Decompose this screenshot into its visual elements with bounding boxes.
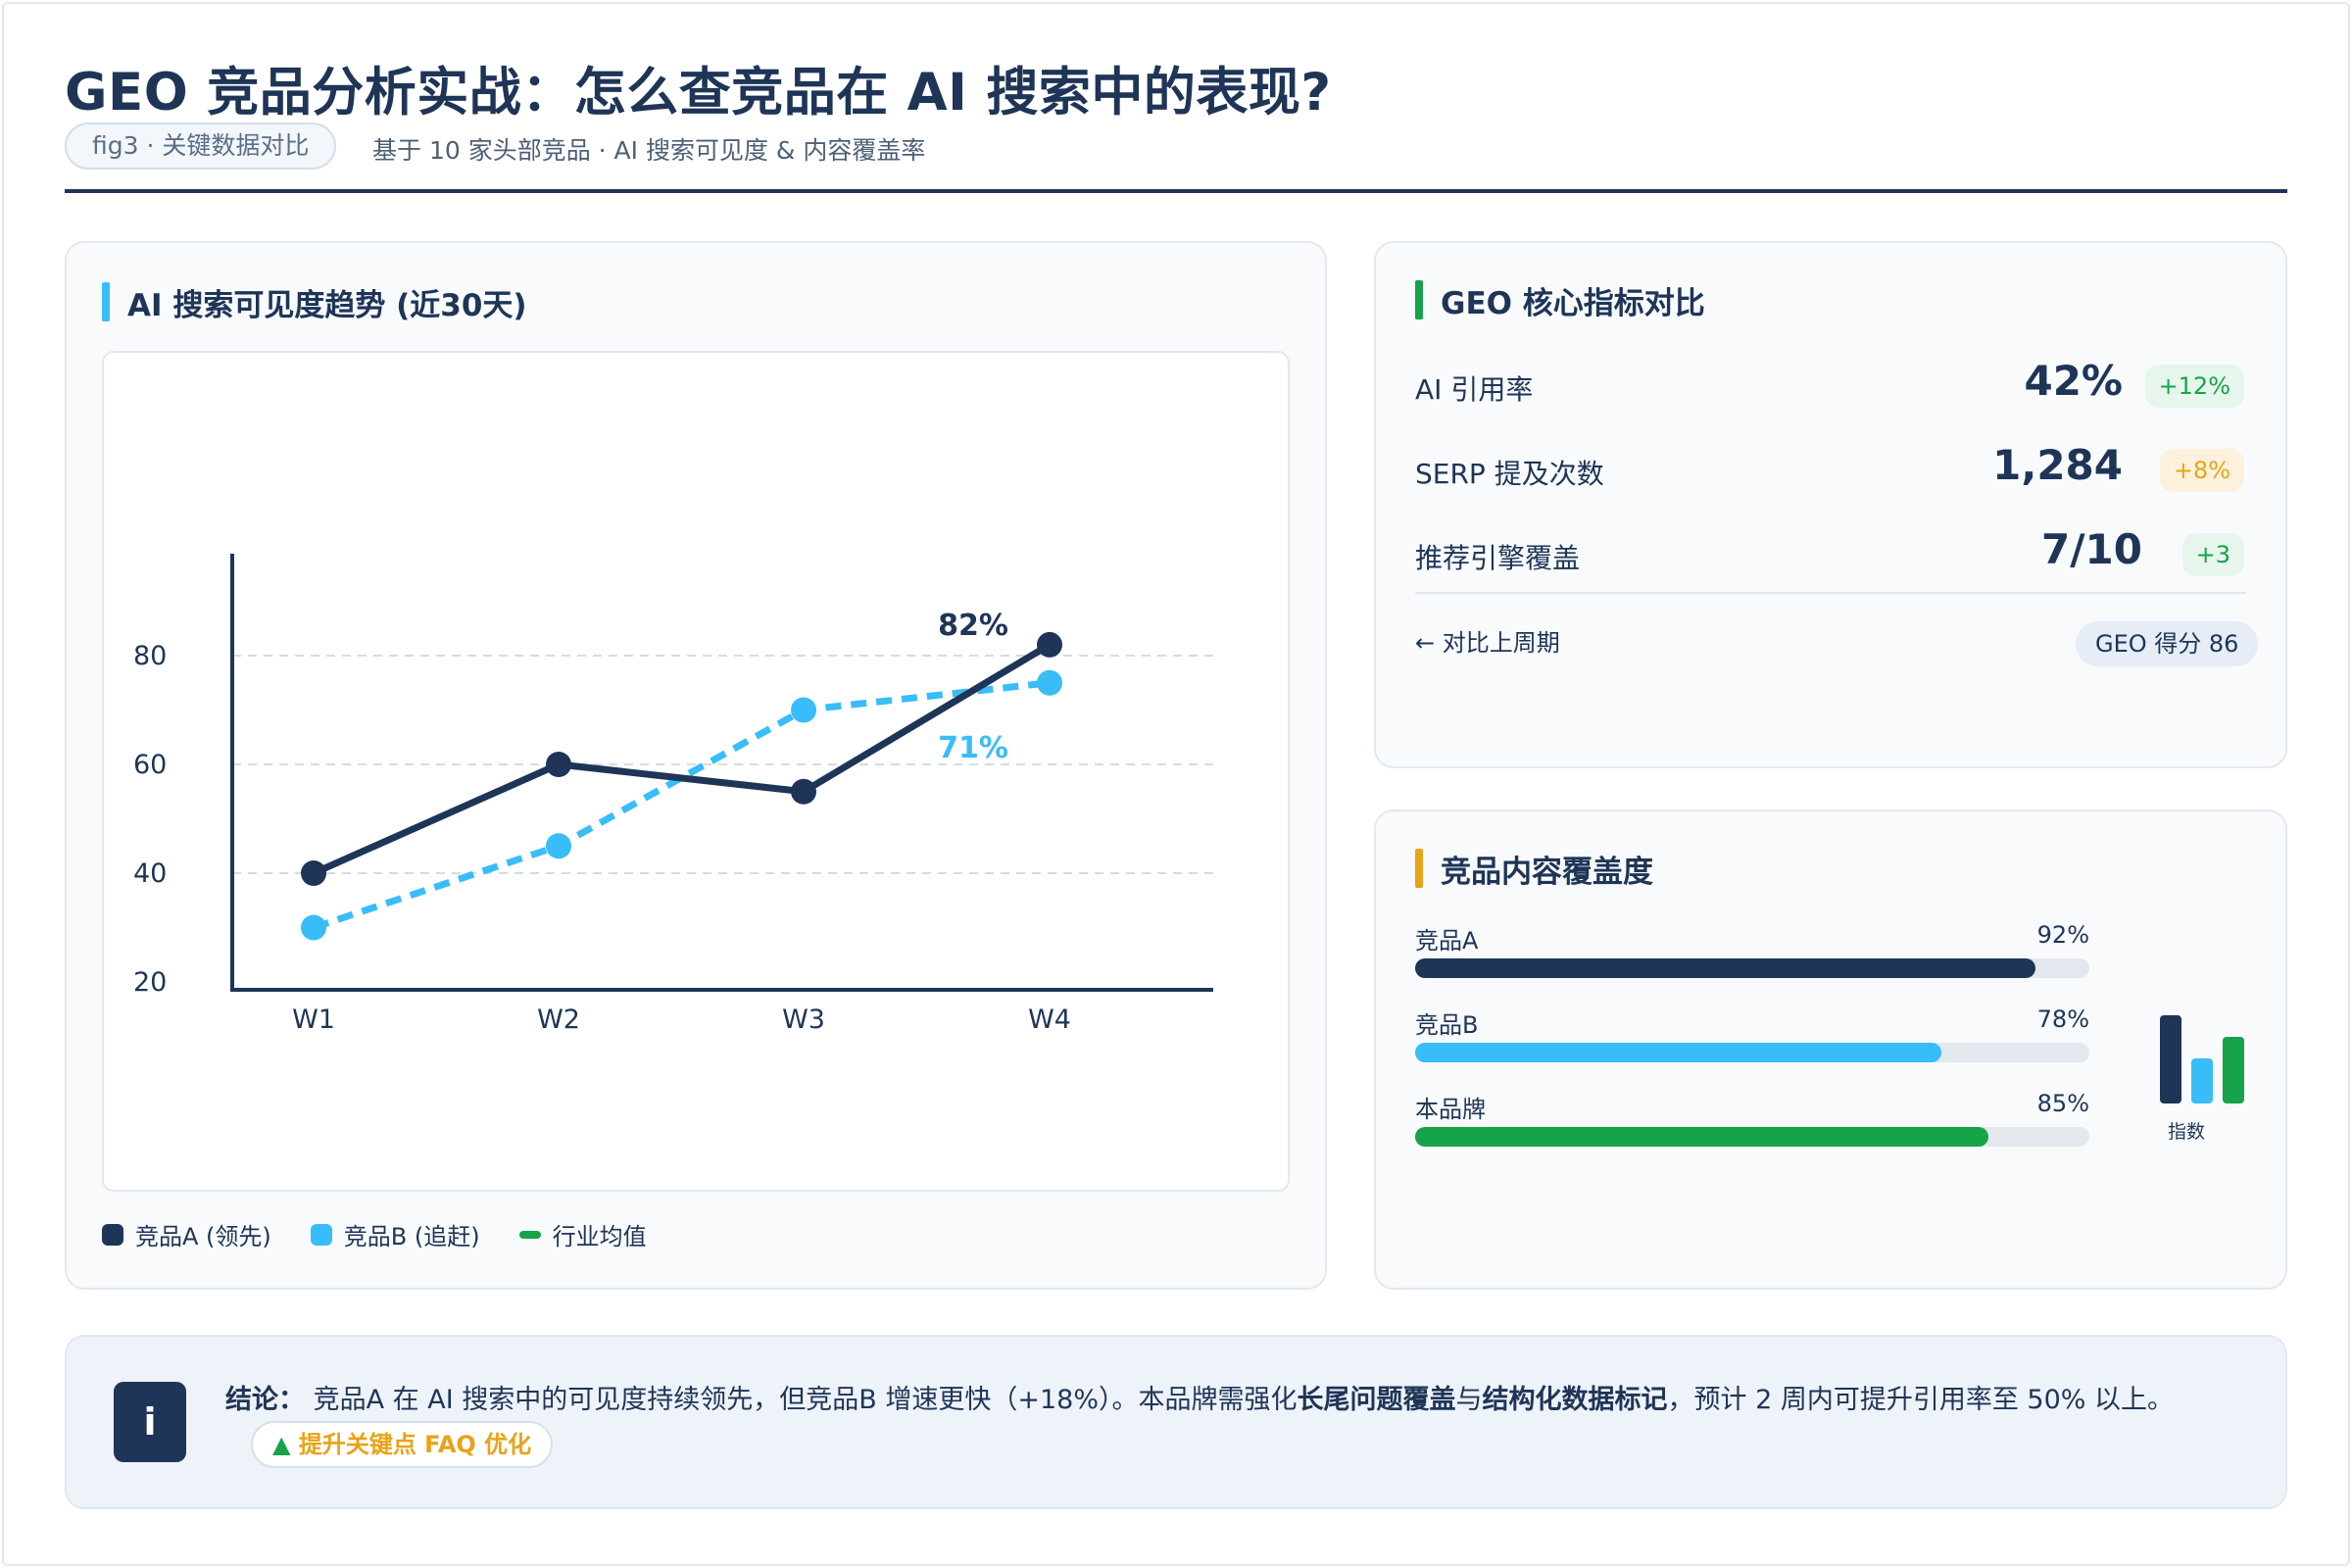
metrics-divider xyxy=(1415,592,2246,594)
coverage-label: 竞品B xyxy=(1415,1011,1479,1039)
coverage-card-accent-bar xyxy=(1415,849,1423,888)
mini-chart-label: 指数 xyxy=(2168,1121,2206,1143)
legend-label-competitor-a: 竞品A (领先) xyxy=(135,1223,271,1250)
metric-delta-badge: +3 xyxy=(2181,533,2244,576)
legend-swatch-competitor-a xyxy=(102,1223,123,1246)
legend-label-industry-average: 行业均值 xyxy=(552,1223,647,1250)
coverage-fill xyxy=(1415,1127,1988,1147)
coverage-mini-bar-chart xyxy=(2156,998,2250,1103)
coverage-track xyxy=(1415,1043,2089,1062)
conclusion-text: 结论： 竞品A 在 AI 搜索中的可见度持续领先，但竞品B 增速更快（+18%）… xyxy=(225,1378,2174,1416)
page-title: GEO 竞品分析实战：怎么查竞品在 AI 搜索中的表现? xyxy=(65,63,1332,122)
compare-previous-period-link[interactable]: ← 对比上周期 xyxy=(1415,623,1560,658)
up-triangle-icon: ▲ xyxy=(272,1431,291,1458)
conclusion-lead: 结论： xyxy=(225,1385,305,1415)
trend-card-title-text: AI 搜索可见度趋势 (近30天) xyxy=(127,288,527,323)
legend-item-competitor-a: 竞品A (领先) xyxy=(102,1217,271,1251)
trend-plot-area xyxy=(102,351,1290,1192)
metric-row-serp-mentions: SERP 提及次数 1,284 +8% xyxy=(1415,441,2246,500)
coverage-label: 竞品A xyxy=(1415,927,1479,955)
metric-label: 推荐引擎覆盖 xyxy=(1415,542,1581,574)
coverage-track xyxy=(1415,958,2089,978)
metric-row-engine-coverage: 推荐引擎覆盖 7/10 +3 xyxy=(1415,525,2246,584)
metrics-card-accent-bar xyxy=(1415,280,1423,319)
metric-value: 7/10 xyxy=(2040,525,2142,573)
coverage-fill xyxy=(1415,1043,1941,1062)
coverage-percent: 85% xyxy=(2036,1090,2089,1117)
figure-label-pill: fig3 · 关键数据对比 xyxy=(65,122,337,170)
metric-value: 1,284 xyxy=(1992,441,2123,489)
faq-optimization-label: 提升关键点 FAQ 优化 xyxy=(298,1431,532,1458)
metrics-card-title: GEO 核心指标对比 xyxy=(1415,278,1705,322)
info-icon: i xyxy=(114,1382,186,1462)
mini-bar-competitor-a xyxy=(2160,1014,2181,1103)
coverage-card-title: 竞品内容覆盖度 xyxy=(1415,847,1653,891)
geo-score-badge: GEO 得分 86 xyxy=(2076,621,2259,666)
conclusion-part-2: 与 xyxy=(1455,1385,1483,1415)
conclusion-part-1: 竞品A 在 AI 搜索中的可见度持续领先，但竞品B 增速更快（+18%）。本品牌… xyxy=(313,1385,1298,1415)
legend-item-competitor-b: 竞品B (追赶) xyxy=(310,1217,480,1251)
trend-card-title: AI 搜索可见度趋势 (近30天) xyxy=(102,280,527,324)
trend-card-accent-bar xyxy=(102,282,110,321)
conclusion-bold-2: 结构化数据标记 xyxy=(1482,1385,1668,1415)
coverage-track xyxy=(1415,1127,2089,1147)
legend-item-industry-average: 行业均值 xyxy=(518,1217,647,1251)
coverage-percent: 92% xyxy=(2036,921,2089,949)
coverage-card-title-text: 竞品内容覆盖度 xyxy=(1441,855,1653,890)
metric-delta-badge: +12% xyxy=(2144,365,2244,408)
faq-optimization-tag[interactable]: ▲ 提升关键点 FAQ 优化 xyxy=(251,1421,554,1468)
coverage-fill xyxy=(1415,958,2035,978)
legend-swatch-competitor-b xyxy=(310,1223,332,1246)
metric-value: 42% xyxy=(2024,357,2123,405)
metrics-card-title-text: GEO 核心指标对比 xyxy=(1441,286,1705,321)
coverage-label: 本品牌 xyxy=(1415,1096,1486,1123)
conclusion-part-3: ，预计 2 周内可提升引用率至 50% 以上。 xyxy=(1667,1385,2175,1415)
metric-label: AI 引用率 xyxy=(1415,373,1534,406)
coverage-percent: 78% xyxy=(2036,1005,2089,1033)
header-divider xyxy=(65,189,2287,193)
mini-bar-own-brand xyxy=(2223,1037,2244,1103)
trend-legend: 竞品A (领先) 竞品B (追赶) 行业均值 xyxy=(102,1217,647,1251)
legend-swatch-industry-average xyxy=(518,1230,541,1239)
mini-bar-competitor-b xyxy=(2191,1058,2213,1103)
legend-label-competitor-b: 竞品B (追赶) xyxy=(343,1223,480,1250)
metric-delta-badge: +8% xyxy=(2159,449,2244,492)
metric-label: SERP 提及次数 xyxy=(1415,458,1604,490)
metric-row-ai-citation: AI 引用率 42% +12% xyxy=(1415,357,2246,416)
page-subtitle: 基于 10 家头部竞品 · AI 搜索可见度 & 内容覆盖率 xyxy=(372,136,926,165)
conclusion-bold-1: 长尾问题覆盖 xyxy=(1297,1385,1456,1415)
